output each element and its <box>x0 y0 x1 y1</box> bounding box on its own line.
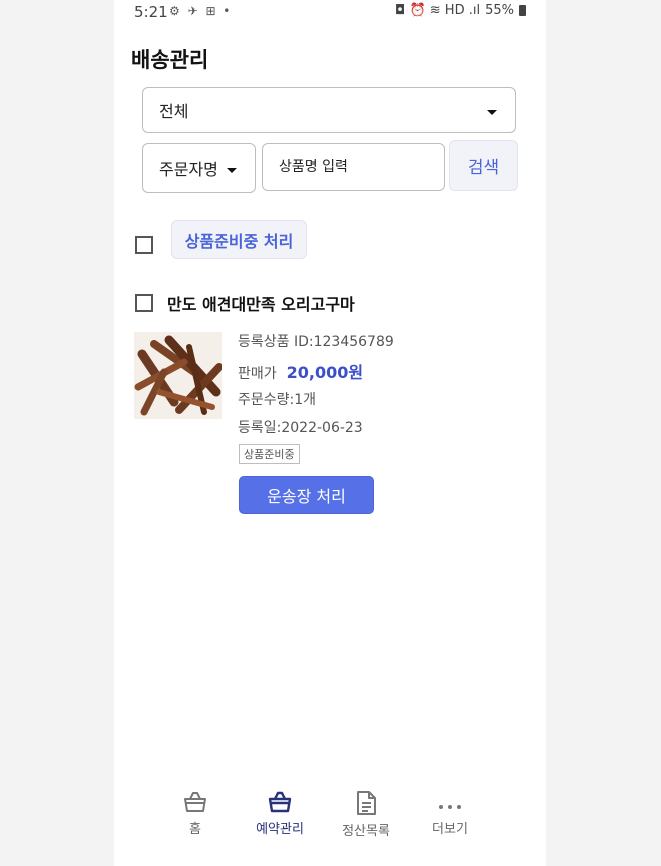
price-label: 판매가 <box>238 366 277 382</box>
registered-product-id: 등록상품 ID:123456789 <box>238 334 394 350</box>
product-image <box>134 332 222 419</box>
status-filter-select[interactable]: 전체 <box>142 87 516 133</box>
search-type-select[interactable]: 주문자명 <box>142 143 256 193</box>
select-all-checkbox[interactable] <box>135 236 153 254</box>
nav-item-more[interactable]: 더보기 <box>410 790 490 837</box>
chevron-down-icon <box>227 168 237 173</box>
app-screen: 5:21 ⚙ ✈ ⊞ • ◘ ⏰ ≋ HD .ıl 55% 배송관리 전체 주문… <box>114 0 546 866</box>
status-system-icons: ◘ ⏰ ≋ HD .ıl <box>395 3 481 18</box>
status-right-icons: ◘ ⏰ ≋ HD .ıl 55% <box>395 3 526 18</box>
bulk-prepare-button[interactable]: 상품준비중 처리 <box>171 220 307 259</box>
price-value: 20,000원 <box>286 363 364 382</box>
nav-label-home: 홈 <box>189 822 201 837</box>
search-button[interactable]: 검색 <box>449 140 518 191</box>
status-time: 5:21 <box>134 3 168 21</box>
status-left-icons: ⚙ ✈ ⊞ • <box>169 4 233 18</box>
status-bar: 5:21 ⚙ ✈ ⊞ • ◘ ⏰ ≋ HD .ıl 55% <box>114 0 546 26</box>
product-photo <box>134 332 222 419</box>
nav-label-more: 더보기 <box>432 822 468 837</box>
nav-item-settlement[interactable]: 정산목록 <box>326 790 406 839</box>
battery-percent: 55% <box>485 3 514 18</box>
basket-icon <box>268 791 292 813</box>
status-filter-value: 전체 <box>159 102 189 121</box>
bottom-nav: 홈 예약관리 정산목록 더보기 <box>114 790 546 850</box>
page-title: 배송관리 <box>131 48 209 72</box>
search-type-value: 주문자명 <box>159 160 218 179</box>
battery-icon <box>519 5 526 16</box>
nav-label-reservations: 예약관리 <box>256 822 304 837</box>
search-input[interactable] <box>262 143 445 191</box>
tracking-number-button[interactable]: 운송장 처리 <box>239 476 374 514</box>
nav-item-reservations[interactable]: 예약관리 <box>240 790 320 837</box>
basket-icon <box>184 792 206 812</box>
order-checkbox[interactable] <box>135 294 153 312</box>
order-quantity: 주문수량:1개 <box>238 392 317 408</box>
product-name: 만도 애견대만족 오리고구마 <box>167 295 355 314</box>
chevron-down-icon <box>487 110 497 115</box>
price-row: 판매가 20,000원 <box>238 359 363 383</box>
document-icon <box>357 791 376 815</box>
nav-label-settlement: 정산목록 <box>342 824 390 839</box>
nav-item-home[interactable]: 홈 <box>155 790 235 837</box>
more-dots-icon <box>439 805 461 809</box>
status-badge: 상품준비중 <box>239 444 300 464</box>
registered-date: 등록일:2022-06-23 <box>238 420 363 436</box>
